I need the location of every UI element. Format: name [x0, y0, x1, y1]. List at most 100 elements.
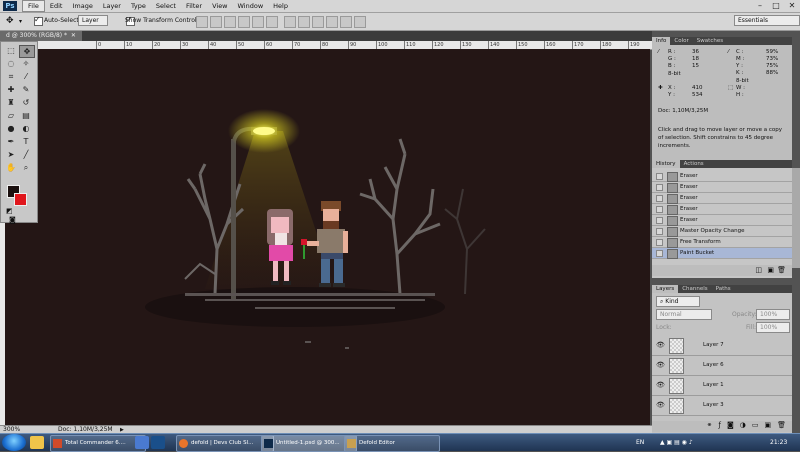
menu-help[interactable]: Help [268, 0, 293, 12]
tab-layers[interactable]: Layers [652, 285, 679, 293]
history-item[interactable]: Eraser [652, 193, 792, 204]
new-document-icon[interactable]: ▣ [767, 266, 774, 274]
auto-select-dropdown[interactable]: Layer [78, 15, 108, 26]
quick-mask-icon[interactable]: ◙ [9, 216, 16, 224]
distribute-hcenter-icon[interactable] [340, 16, 352, 28]
menu-edit[interactable]: Edit [45, 0, 68, 12]
tab-paths[interactable]: Paths [712, 285, 735, 293]
zoom-tool-icon[interactable]: ⌕ [19, 162, 33, 173]
distribute-bottom-icon[interactable] [312, 16, 324, 28]
menu-image[interactable]: Image [67, 0, 97, 12]
tab-channels[interactable]: Channels [678, 285, 711, 293]
visibility-eye-icon[interactable]: 👁 [656, 381, 665, 389]
tab-actions[interactable]: Actions [680, 160, 708, 168]
history-item[interactable]: Free Transform [652, 237, 792, 248]
taskbar-photoshop[interactable]: Untitled-1.psd @ 300... [261, 435, 357, 452]
history-item[interactable]: Eraser [652, 204, 792, 215]
workspace-dropdown[interactable]: Essentials [734, 15, 800, 26]
tab-color[interactable]: Color [670, 37, 692, 45]
distribute-right-icon[interactable] [354, 16, 366, 28]
brush-tool-icon[interactable]: ✎ [19, 84, 33, 95]
eyedropper-icon[interactable]: ⁄ [19, 71, 33, 82]
layer-row[interactable]: 👁 Layer 3 [652, 396, 792, 416]
distribute-left-icon[interactable] [326, 16, 338, 28]
history-item[interactable]: Eraser [652, 182, 792, 193]
visibility-eye-icon[interactable]: 👁 [656, 361, 665, 369]
photoshop-icon[interactable] [151, 436, 165, 449]
gradient-tool-icon[interactable]: ▤ [19, 110, 33, 121]
dodge-tool-icon[interactable]: ◐ [19, 123, 33, 134]
lasso-tool-icon[interactable]: ◌ [4, 58, 18, 69]
auto-select-checkbox[interactable] [34, 15, 43, 26]
align-hcenter-icon[interactable] [252, 16, 264, 28]
visibility-eye-icon[interactable]: 👁 [656, 401, 665, 409]
layer-mask-icon[interactable]: ◙ [727, 421, 734, 432]
default-colors-icon[interactable]: ◩ [6, 207, 13, 215]
tool-preset-arrow-icon[interactable]: ▾ [19, 18, 22, 25]
path-select-icon[interactable]: ➤ [4, 149, 18, 160]
document-canvas[interactable] [5, 49, 650, 425]
link-layers-icon[interactable]: ⚭ [707, 421, 713, 432]
distribute-vcenter-icon[interactable] [298, 16, 310, 28]
history-scrollbar[interactable] [792, 168, 800, 268]
healing-brush-icon[interactable]: ✚ [4, 84, 18, 95]
menu-window[interactable]: Window [233, 0, 269, 12]
eraser-tool-icon[interactable]: ▱ [4, 110, 18, 121]
history-item[interactable]: Master Opacity Change [652, 226, 792, 237]
new-snapshot-icon[interactable]: ◫ [755, 266, 762, 274]
explorer-icon[interactable] [30, 436, 44, 449]
history-item[interactable]: Eraser [652, 171, 792, 182]
pen-tool-icon[interactable]: ✒ [4, 136, 18, 147]
taskbar-total-commander[interactable]: Total Commander 6.... [50, 435, 146, 452]
tray-icons[interactable]: ▲ ▣ ▤ ◉ ♪ [660, 434, 693, 451]
taskbar-browser[interactable]: defold | Devs Club Sl... [176, 435, 274, 452]
blur-tool-icon[interactable]: ● [4, 123, 18, 134]
taskbar-defold[interactable]: Defold Editor [344, 435, 440, 452]
layer-style-icon[interactable]: ƒ [718, 421, 720, 432]
close-tab-icon[interactable]: ✕ [69, 32, 76, 39]
tab-swatches[interactable]: Swatches [693, 37, 727, 45]
minimize-button[interactable]: – [752, 0, 768, 12]
maximize-button[interactable]: □ [768, 0, 784, 12]
clone-stamp-icon[interactable]: ♜ [4, 97, 18, 108]
move-tool-icon[interactable]: ✥ [6, 16, 14, 26]
history-item[interactable]: Eraser [652, 215, 792, 226]
layer-row[interactable]: 👁 Layer 6 [652, 356, 792, 376]
adjustment-layer-icon[interactable]: ◑ [740, 421, 746, 432]
history-brush-icon[interactable]: ↺ [19, 97, 33, 108]
start-button[interactable] [2, 434, 26, 451]
type-tool-icon[interactable]: T [19, 136, 33, 147]
align-bottom-icon[interactable] [224, 16, 236, 28]
tab-info[interactable]: Info [652, 37, 671, 45]
menu-select[interactable]: Select [151, 0, 181, 12]
menu-view[interactable]: View [207, 0, 232, 12]
tab-history[interactable]: History [652, 160, 680, 168]
clock[interactable]: 21:23 [770, 434, 787, 451]
marquee-tool-icon[interactable]: ⬚ [4, 45, 18, 56]
menu-filter[interactable]: Filter [181, 0, 207, 12]
magic-wand-icon[interactable]: ✧ [19, 58, 33, 69]
layer-row[interactable]: 👁 Layer 1 [652, 376, 792, 396]
new-group-icon[interactable]: ▭ [752, 421, 759, 432]
align-right-icon[interactable] [266, 16, 278, 28]
layer-kind-filter[interactable]: ⌕ Kind [656, 296, 700, 307]
crop-tool-icon[interactable]: ⌗ [4, 71, 18, 82]
close-button[interactable]: ✕ [784, 0, 800, 12]
align-left-icon[interactable] [238, 16, 250, 28]
menu-layer[interactable]: Layer [98, 0, 126, 12]
language-indicator[interactable]: EN [636, 434, 644, 451]
distribute-top-icon[interactable] [284, 16, 296, 28]
fill-field[interactable]: 100% [756, 322, 790, 333]
hand-tool-icon[interactable]: ✋ [4, 162, 18, 173]
background-color-swatch[interactable] [14, 193, 27, 206]
document-tab[interactable]: d @ 300% (RGB/8) * ✕ [0, 31, 82, 41]
opacity-field[interactable]: 100% [756, 309, 790, 320]
delete-layer-icon[interactable]: 🗑 [777, 421, 786, 432]
align-vcenter-icon[interactable] [210, 16, 222, 28]
layer-row[interactable]: 👁 Layer 7 [652, 336, 792, 356]
trash-icon[interactable]: 🗑 [777, 266, 786, 274]
align-top-icon[interactable] [196, 16, 208, 28]
line-tool-icon[interactable]: ╱ [19, 149, 33, 160]
menu-type[interactable]: Type [126, 0, 151, 12]
blend-mode-dropdown[interactable]: Normal [656, 309, 712, 320]
